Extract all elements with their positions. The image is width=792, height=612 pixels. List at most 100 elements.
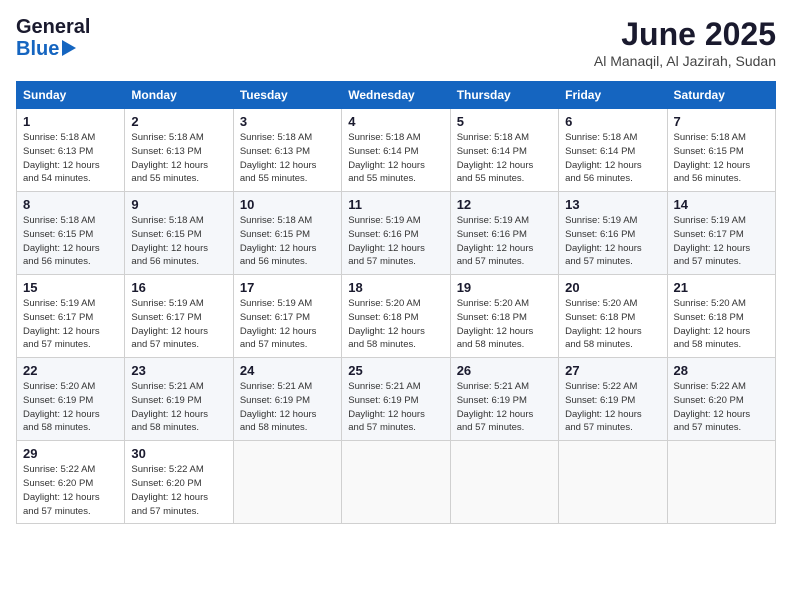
day-info: Sunrise: 5:18 AM Sunset: 6:13 PM Dayligh… [131,131,226,186]
day-info: Sunrise: 5:18 AM Sunset: 6:14 PM Dayligh… [565,131,660,186]
logo: General Blue [16,16,90,60]
day-info: Sunrise: 5:20 AM Sunset: 6:18 PM Dayligh… [348,297,443,352]
weekday-header-tuesday: Tuesday [233,82,341,109]
calendar-cell: 24Sunrise: 5:21 AM Sunset: 6:19 PM Dayli… [233,358,341,441]
day-number: 20 [565,280,660,295]
day-number: 29 [23,446,118,461]
day-info: Sunrise: 5:21 AM Sunset: 6:19 PM Dayligh… [240,380,335,435]
weekday-header-saturday: Saturday [667,82,775,109]
day-number: 26 [457,363,552,378]
weekday-header-friday: Friday [559,82,667,109]
day-number: 15 [23,280,118,295]
calendar-cell: 25 Sunrise: 5:21 AM Sunset: 6:19 PM Dayli… [342,358,450,441]
day-number: 4 [348,114,443,129]
calendar-cell: 28Sunrise: 5:22 AM Sunset: 6:20 PM Dayli… [667,358,775,441]
calendar-cell: 7 Sunrise: 5:18 AM Sunset: 6:15 PM Daylig… [667,109,775,192]
day-info: Sunrise: 5:20 AM Sunset: 6:18 PM Dayligh… [674,297,769,352]
calendar-cell: 27 Sunrise: 5:22 AM Sunset: 6:19 PM Dayli… [559,358,667,441]
calendar-cell: 3 Sunrise: 5:18 AM Sunset: 6:13 PM Daylig… [233,109,341,192]
day-info: Sunrise: 5:19 AM Sunset: 6:17 PM Dayligh… [240,297,335,352]
day-number: 28 [674,363,769,378]
calendar-cell: 17Sunrise: 5:19 AM Sunset: 6:17 PM Dayli… [233,275,341,358]
logo-line1: General [16,16,90,38]
calendar-cell: 29 Sunrise: 5:22 AM Sunset: 6:20 PM Dayli… [17,441,125,524]
day-info: Sunrise: 5:18 AM Sunset: 6:15 PM Dayligh… [240,214,335,269]
day-number: 6 [565,114,660,129]
day-info: Sunrise: 5:18 AM Sunset: 6:14 PM Dayligh… [457,131,552,186]
day-info: Sunrise: 5:18 AM Sunset: 6:13 PM Dayligh… [23,131,118,186]
calendar-cell: 2 Sunrise: 5:18 AM Sunset: 6:13 PM Daylig… [125,109,233,192]
day-number: 13 [565,197,660,212]
page-header: General Blue June 2025 Al Manaqil, Al Ja… [16,16,776,69]
day-number: 19 [457,280,552,295]
day-info: Sunrise: 5:21 AM Sunset: 6:19 PM Dayligh… [348,380,443,435]
day-number: 8 [23,197,118,212]
day-info: Sunrise: 5:19 AM Sunset: 6:16 PM Dayligh… [457,214,552,269]
day-info: Sunrise: 5:19 AM Sunset: 6:16 PM Dayligh… [565,214,660,269]
calendar-header: SundayMondayTuesdayWednesdayThursdayFrid… [17,82,776,109]
calendar-cell: 14Sunrise: 5:19 AM Sunset: 6:17 PM Dayli… [667,192,775,275]
calendar-cell: 16 Sunrise: 5:19 AM Sunset: 6:17 PM Dayli… [125,275,233,358]
day-number: 12 [457,197,552,212]
day-number: 18 [348,280,443,295]
day-number: 16 [131,280,226,295]
weekday-header-monday: Monday [125,82,233,109]
calendar-cell [233,441,341,524]
day-info: Sunrise: 5:20 AM Sunset: 6:19 PM Dayligh… [23,380,118,435]
weekday-header-wednesday: Wednesday [342,82,450,109]
location-title: Al Manaqil, Al Jazirah, Sudan [594,53,776,69]
day-number: 7 [674,114,769,129]
day-number: 27 [565,363,660,378]
day-number: 2 [131,114,226,129]
calendar-cell: 20 Sunrise: 5:20 AM Sunset: 6:18 PM Dayli… [559,275,667,358]
calendar-cell: 5 Sunrise: 5:18 AM Sunset: 6:14 PM Daylig… [450,109,558,192]
calendar-cell: 22 Sunrise: 5:20 AM Sunset: 6:19 PM Dayli… [17,358,125,441]
calendar-cell: 6 Sunrise: 5:18 AM Sunset: 6:14 PM Daylig… [559,109,667,192]
calendar-cell [559,441,667,524]
calendar-cell [450,441,558,524]
day-info: Sunrise: 5:22 AM Sunset: 6:19 PM Dayligh… [565,380,660,435]
day-number: 11 [348,197,443,212]
calendar-cell: 13 Sunrise: 5:19 AM Sunset: 6:16 PM Dayli… [559,192,667,275]
weekday-header-sunday: Sunday [17,82,125,109]
day-number: 25 [348,363,443,378]
day-number: 22 [23,363,118,378]
day-number: 3 [240,114,335,129]
day-info: Sunrise: 5:20 AM Sunset: 6:18 PM Dayligh… [457,297,552,352]
day-number: 30 [131,446,226,461]
day-info: Sunrise: 5:18 AM Sunset: 6:15 PM Dayligh… [23,214,118,269]
calendar-cell: 11 Sunrise: 5:19 AM Sunset: 6:16 PM Dayli… [342,192,450,275]
calendar-cell: 19 Sunrise: 5:20 AM Sunset: 6:18 PM Dayli… [450,275,558,358]
calendar-cell: 23 Sunrise: 5:21 AM Sunset: 6:19 PM Dayli… [125,358,233,441]
calendar-cell: 10 Sunrise: 5:18 AM Sunset: 6:15 PM Dayli… [233,192,341,275]
weekday-header-thursday: Thursday [450,82,558,109]
logo-arrow-icon [62,40,76,56]
day-info: Sunrise: 5:21 AM Sunset: 6:19 PM Dayligh… [457,380,552,435]
day-number: 21 [674,280,769,295]
day-info: Sunrise: 5:18 AM Sunset: 6:13 PM Dayligh… [240,131,335,186]
day-info: Sunrise: 5:18 AM Sunset: 6:15 PM Dayligh… [131,214,226,269]
calendar-cell: 12 Sunrise: 5:19 AM Sunset: 6:16 PM Dayli… [450,192,558,275]
day-number: 10 [240,197,335,212]
calendar-cell: 18 Sunrise: 5:20 AM Sunset: 6:18 PM Dayli… [342,275,450,358]
day-number: 5 [457,114,552,129]
day-number: 9 [131,197,226,212]
calendar-cell: 15Sunrise: 5:19 AM Sunset: 6:17 PM Dayli… [17,275,125,358]
calendar-cell [667,441,775,524]
day-info: Sunrise: 5:22 AM Sunset: 6:20 PM Dayligh… [23,463,118,518]
logo-blue-text: Blue [16,38,59,60]
day-info: Sunrise: 5:19 AM Sunset: 6:16 PM Dayligh… [348,214,443,269]
calendar-cell: 21 Sunrise: 5:20 AM Sunset: 6:18 PM Dayli… [667,275,775,358]
day-info: Sunrise: 5:19 AM Sunset: 6:17 PM Dayligh… [674,214,769,269]
day-info: Sunrise: 5:18 AM Sunset: 6:15 PM Dayligh… [674,131,769,186]
day-number: 23 [131,363,226,378]
day-info: Sunrise: 5:20 AM Sunset: 6:18 PM Dayligh… [565,297,660,352]
day-info: Sunrise: 5:18 AM Sunset: 6:14 PM Dayligh… [348,131,443,186]
calendar-cell: 9 Sunrise: 5:18 AM Sunset: 6:15 PM Daylig… [125,192,233,275]
calendar-cell: 1Sunrise: 5:18 AM Sunset: 6:13 PM Daylig… [17,109,125,192]
calendar-table: SundayMondayTuesdayWednesdayThursdayFrid… [16,81,776,524]
calendar-cell: 30Sunrise: 5:22 AM Sunset: 6:20 PM Dayli… [125,441,233,524]
day-info: Sunrise: 5:19 AM Sunset: 6:17 PM Dayligh… [131,297,226,352]
day-info: Sunrise: 5:21 AM Sunset: 6:19 PM Dayligh… [131,380,226,435]
logo-line2: Blue [16,38,90,60]
